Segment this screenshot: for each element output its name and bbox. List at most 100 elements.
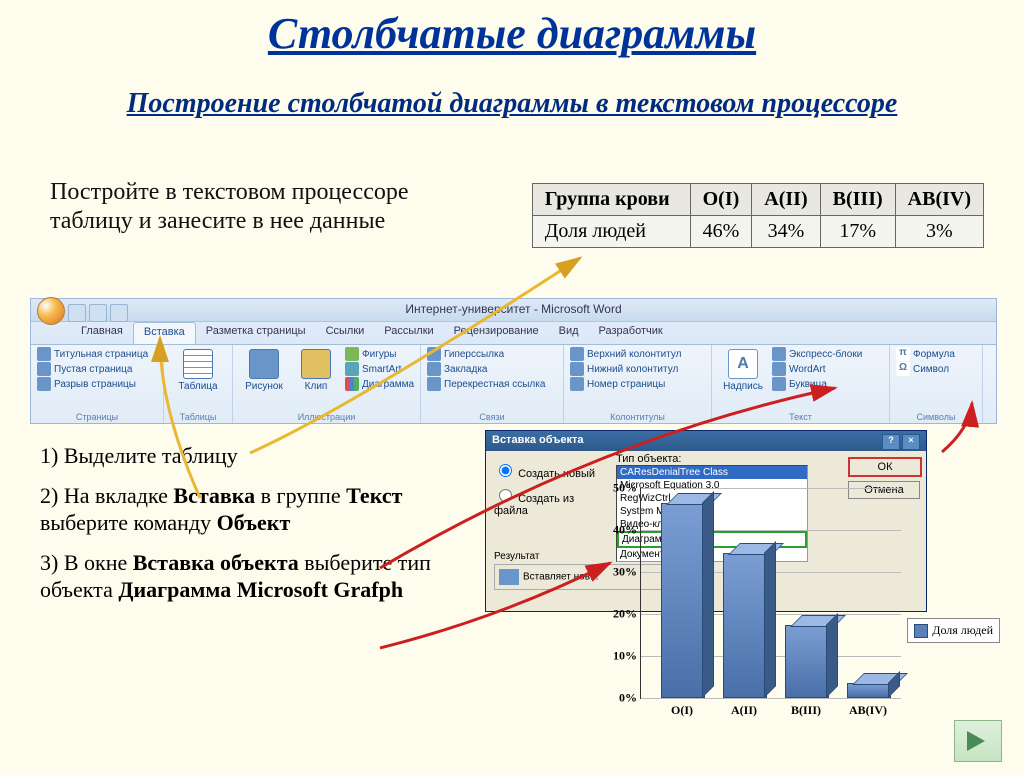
help-icon[interactable]: ? xyxy=(882,434,900,450)
page-title: Столбчатые диаграммы xyxy=(0,8,1024,59)
th: A(II) xyxy=(752,184,820,216)
step-2: 2) На вкладке Вставка в группе Текст выб… xyxy=(40,482,470,537)
hyperlink-button[interactable]: Гиперссылка xyxy=(427,347,557,361)
group-header-footer: Верхний колонтитул Нижний колонтитул Ном… xyxy=(564,345,712,423)
row-label: Доля людей xyxy=(532,216,690,248)
page-icon xyxy=(37,347,51,361)
table-icon xyxy=(183,349,213,379)
bookmark-icon xyxy=(427,362,441,376)
bar: AB(IV) xyxy=(847,685,889,698)
group-text: AНадпись Экспресс-блоки WordArt Буквица … xyxy=(712,345,890,423)
list-item[interactable]: CAResDenialTree Class xyxy=(617,466,807,479)
footer-icon xyxy=(570,362,584,376)
next-slide-button[interactable] xyxy=(954,720,1002,762)
table-button[interactable]: Таблица xyxy=(170,347,226,394)
x-tick: A(II) xyxy=(723,703,765,718)
wordart-button[interactable]: WordArt xyxy=(772,362,862,376)
link-icon xyxy=(427,347,441,361)
dialog-titlebar: Вставка объекта ?× xyxy=(486,431,926,451)
shapes-button[interactable]: Фигуры xyxy=(345,347,414,361)
smartart-button[interactable]: SmartArt xyxy=(345,362,414,376)
tab-home[interactable]: Главная xyxy=(71,322,133,344)
blocks-icon xyxy=(772,347,786,361)
x-tick: AB(IV) xyxy=(847,703,889,718)
picture-icon xyxy=(249,349,279,379)
bar-chart: 0%10%20%30%40%50%O(I)A(II)B(III)AB(IV) Д… xyxy=(600,488,910,728)
y-tick: 20% xyxy=(601,607,637,622)
group-links: Гиперссылка Закладка Перекрестная ссылка… xyxy=(421,345,564,423)
page-break-button[interactable]: Разрыв страницы xyxy=(37,377,157,391)
tab-view[interactable]: Вид xyxy=(549,322,589,344)
pagenum-icon xyxy=(570,377,584,391)
y-tick: 0% xyxy=(601,691,637,706)
tab-layout[interactable]: Разметка страницы xyxy=(196,322,316,344)
tab-developer[interactable]: Разработчик xyxy=(589,322,673,344)
cell: 46% xyxy=(690,216,752,248)
word-window: Интернет-университет - Microsoft Word Гл… xyxy=(30,298,997,424)
symbol-button[interactable]: ΩСимвол xyxy=(896,362,976,376)
radio-create-new[interactable]: Создать новый xyxy=(494,461,609,480)
page-icon xyxy=(37,362,51,376)
dropcap-icon xyxy=(772,377,786,391)
chart-legend: Доля людей xyxy=(907,618,1000,643)
group-tables: Таблица Таблицы xyxy=(164,345,233,423)
tab-references[interactable]: Ссылки xyxy=(316,322,375,344)
x-tick: O(I) xyxy=(661,703,703,718)
dialog-title: Вставка объекта xyxy=(492,434,584,448)
tab-review[interactable]: Рецензирование xyxy=(444,322,549,344)
ribbon-tabs: Главная Вставка Разметка страницы Ссылки… xyxy=(31,322,996,345)
th: Группа крови xyxy=(532,184,690,216)
legend-swatch xyxy=(914,624,928,638)
steps: 1) Выделите таблицу 2) На вкладке Вставк… xyxy=(40,438,470,616)
cell: 3% xyxy=(895,216,983,248)
x-tick: B(III) xyxy=(785,703,827,718)
ok-button[interactable]: ОК xyxy=(848,457,922,477)
cell: 34% xyxy=(752,216,820,248)
bar: A(II) xyxy=(723,555,765,698)
radio-create-file[interactable]: Создать из файла xyxy=(494,486,609,517)
crossref-icon xyxy=(427,377,441,391)
tab-mailings[interactable]: Рассылки xyxy=(374,322,443,344)
group-illustrations: Рисунок Клип Фигуры SmartArt Диаграмма И… xyxy=(233,345,421,423)
page-number-button[interactable]: Номер страницы xyxy=(570,377,705,391)
break-icon xyxy=(37,377,51,391)
quickparts-button[interactable]: Экспресс-блоки xyxy=(772,347,862,361)
window-title: Интернет-университет - Microsoft Word xyxy=(405,302,621,316)
formula-button[interactable]: πФормула xyxy=(896,347,976,361)
data-table: Группа крови O(I) A(II) B(III) AB(IV) До… xyxy=(532,183,984,248)
dropcap-button[interactable]: Буквица xyxy=(772,377,862,391)
blank-page-button[interactable]: Пустая страница xyxy=(37,362,157,376)
cell: 17% xyxy=(820,216,895,248)
bar: O(I) xyxy=(661,505,703,698)
clip-icon xyxy=(301,349,331,379)
result-icon xyxy=(499,569,519,585)
footer-button[interactable]: Нижний колонтитул xyxy=(570,362,705,376)
bar: B(III) xyxy=(785,627,827,698)
type-label: Тип объекта: xyxy=(616,453,806,465)
y-tick: 10% xyxy=(601,649,637,664)
cover-page-button[interactable]: Титульная страница xyxy=(37,347,157,361)
chart-button[interactable]: Диаграмма xyxy=(345,377,414,391)
qat-undo-icon[interactable] xyxy=(89,304,107,322)
group-pages: Титульная страница Пустая страница Разры… xyxy=(31,345,164,423)
crossref-button[interactable]: Перекрестная ссылка xyxy=(427,377,557,391)
header-button[interactable]: Верхний колонтитул xyxy=(570,347,705,361)
office-button[interactable] xyxy=(37,297,65,325)
th: B(III) xyxy=(820,184,895,216)
th: AB(IV) xyxy=(895,184,983,216)
close-icon[interactable]: × xyxy=(902,434,920,450)
bookmark-button[interactable]: Закладка xyxy=(427,362,557,376)
page-subtitle: Построение столбчатой диаграммы в тексто… xyxy=(60,88,964,120)
tab-insert[interactable]: Вставка xyxy=(133,322,196,344)
picture-button[interactable]: Рисунок xyxy=(239,347,289,394)
chart-icon xyxy=(345,377,359,391)
step-3: 3) В окне Вставка объекта выберите тип о… xyxy=(40,549,470,604)
radio-group: Создать новый Создать из файла xyxy=(494,461,609,523)
clip-button[interactable]: Клип xyxy=(291,347,341,394)
y-tick: 40% xyxy=(601,523,637,538)
qat-save-icon[interactable] xyxy=(68,304,86,322)
qat-redo-icon[interactable] xyxy=(110,304,128,322)
wordart-icon xyxy=(772,362,786,376)
textbox-button[interactable]: AНадпись xyxy=(718,347,768,394)
y-tick: 30% xyxy=(601,565,637,580)
